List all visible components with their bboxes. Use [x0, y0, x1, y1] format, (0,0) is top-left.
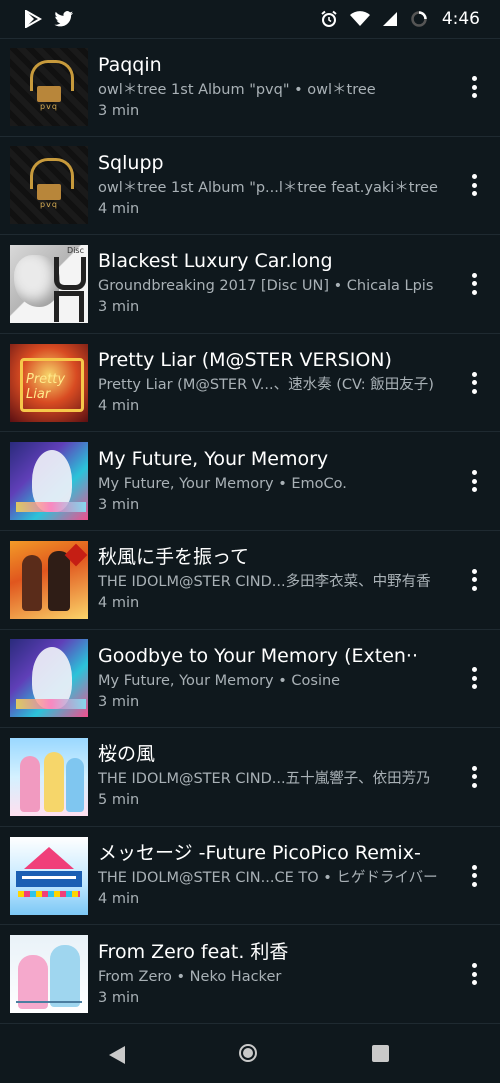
track-subtitle: Pretty Liar (M@STER V...、速水奏 (CV: 飯田友子)	[98, 377, 434, 394]
album-art	[10, 737, 88, 816]
alarm-icon	[321, 10, 337, 27]
track-duration: 3 min	[98, 693, 140, 710]
track-duration: 4 min	[98, 891, 140, 908]
track-duration: 4 min	[98, 595, 140, 612]
track-title: Goodbye to Your Memory (Exten··	[98, 644, 419, 667]
track-row[interactable]: From Zero feat. 利香 From Zero • Neko Hack…	[0, 925, 500, 1024]
more-options-icon[interactable]	[470, 76, 478, 99]
status-bar: 4:46	[0, 0, 500, 38]
track-subtitle: My Future, Your Memory • EmoCo.	[98, 475, 347, 492]
album-art: Pretty Liar	[10, 343, 88, 422]
track-title: From Zero feat. 利香	[98, 940, 289, 963]
more-options-icon[interactable]	[470, 371, 478, 394]
album-art: Disc	[10, 244, 88, 323]
wifi-icon	[349, 11, 370, 26]
track-list: pvq Paqqin owl＊tree 1st Album "pvq" • ow…	[0, 38, 500, 1024]
track-subtitle: My Future, Your Memory • Cosine	[98, 672, 341, 689]
track-duration: 5 min	[98, 792, 140, 809]
track-duration: 3 min	[98, 102, 140, 119]
album-art	[10, 836, 88, 915]
loading-icon	[411, 11, 427, 27]
home-icon[interactable]	[239, 1044, 257, 1062]
more-options-icon[interactable]	[470, 864, 478, 887]
navigation-bar	[0, 1027, 500, 1083]
track-row[interactable]: Goodbye to Your Memory (Exten·· My Futur…	[0, 630, 500, 729]
more-options-icon[interactable]	[470, 272, 478, 295]
signal-icon	[382, 12, 397, 26]
track-title: メッセージ -Future PicoPico Remix-	[98, 842, 421, 865]
track-subtitle: THE IDOLM@STER CIND...多田李衣菜、中野有香	[98, 574, 431, 591]
track-title: Sqlupp	[98, 151, 164, 174]
track-row[interactable]: メッセージ -Future PicoPico Remix- THE IDOLM@…	[0, 827, 500, 926]
track-duration: 3 min	[98, 299, 140, 316]
track-subtitle: From Zero • Neko Hacker	[98, 968, 282, 985]
track-title: 秋風に手を振って	[98, 546, 250, 569]
track-subtitle: THE IDOLM@STER CIND...五十嵐響子、依田芳乃	[98, 771, 431, 788]
album-art	[10, 639, 88, 718]
album-art: pvq	[10, 48, 88, 127]
track-row[interactable]: 桜の風 THE IDOLM@STER CIND...五十嵐響子、依田芳乃 5 m…	[0, 728, 500, 827]
track-duration: 4 min	[98, 398, 140, 415]
track-row[interactable]: 秋風に手を振って THE IDOLM@STER CIND...多田李衣菜、中野有…	[0, 531, 500, 630]
track-subtitle: owl＊tree 1st Album "pvq" • owl＊tree	[98, 81, 376, 98]
track-subtitle: THE IDOLM@STER CIN...CE TO • ヒゲドライバー	[98, 870, 438, 887]
twitter-icon	[54, 10, 73, 26]
more-options-icon[interactable]	[470, 667, 478, 690]
back-icon[interactable]	[108, 1045, 126, 1065]
track-title: 桜の風	[98, 743, 156, 766]
track-row[interactable]: Disc Blackest Luxury Car.long Groundbrea…	[0, 235, 500, 334]
album-art	[10, 442, 88, 521]
more-options-icon[interactable]	[470, 568, 478, 591]
track-duration: 3 min	[98, 496, 140, 513]
album-art: pvq	[10, 146, 88, 225]
track-duration: 3 min	[98, 989, 140, 1006]
more-options-icon[interactable]	[470, 174, 478, 197]
more-options-icon[interactable]	[470, 765, 478, 788]
album-art	[10, 935, 88, 1014]
more-options-icon[interactable]	[470, 470, 478, 493]
more-options-icon[interactable]	[470, 963, 478, 986]
track-title: Paqqin	[98, 53, 162, 76]
track-subtitle: owl＊tree 1st Album "p...l＊tree feat.yaki…	[98, 179, 438, 196]
track-row[interactable]: pvq Paqqin owl＊tree 1st Album "pvq" • ow…	[0, 38, 500, 137]
track-title: Blackest Luxury Car.long	[98, 250, 333, 273]
track-row[interactable]: Pretty Liar Pretty Liar (M@STER VERSION)…	[0, 334, 500, 433]
clock: 4:46	[441, 9, 480, 29]
track-row[interactable]: pvq Sqlupp owl＊tree 1st Album "p...l＊tre…	[0, 137, 500, 236]
track-title: Pretty Liar (M@STER VERSION)	[98, 349, 392, 372]
track-row[interactable]: My Future, Your Memory My Future, Your M…	[0, 432, 500, 531]
album-art	[10, 540, 88, 619]
recents-icon[interactable]	[372, 1045, 389, 1062]
play-store-icon	[25, 10, 42, 28]
track-title: My Future, Your Memory	[98, 447, 329, 470]
track-duration: 4 min	[98, 200, 140, 217]
track-subtitle: Groundbreaking 2017 [Disc UN] • Chicala …	[98, 278, 434, 295]
